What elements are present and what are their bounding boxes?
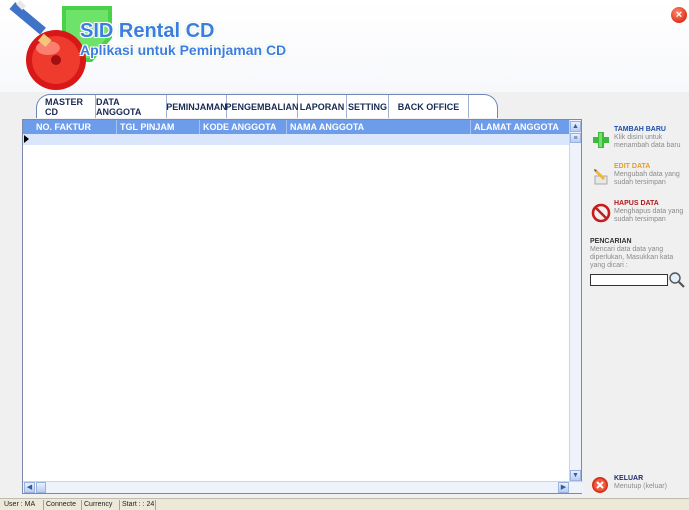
status-bar: User : MA Connecte Currency Start : : 24 — [0, 498, 689, 510]
tab-laporan[interactable]: LAPORAN — [298, 95, 347, 118]
tab-master-cd[interactable]: MASTER CD — [45, 95, 96, 118]
tab-pengembalian[interactable]: PENGEMBALIAN — [226, 95, 299, 118]
tab-data-anggota[interactable]: DATA ANGGOTA — [96, 95, 167, 118]
plus-icon — [593, 132, 609, 148]
column-header-tgl-pinjam[interactable]: TGL PINJAM — [117, 120, 200, 134]
exit-title: KELUAR — [614, 475, 644, 482]
status-start: Start : : 24 — [122, 500, 156, 510]
edit-data-desc: Mengubah data yang sudah tersimpan — [614, 171, 680, 186]
tab-setting[interactable]: SETTING — [347, 95, 389, 118]
column-header-alamat-anggota[interactable]: ALAMAT ANGGOTA — [471, 120, 571, 134]
add-new-button[interactable]: TAMBAH BARU Klik disini untuk menambah d… — [591, 126, 689, 156]
tab-back-office[interactable]: BACK OFFICE — [389, 95, 469, 118]
exit-desc: Menutup (keluar) — [614, 483, 667, 490]
status-user: User : MA — [2, 500, 44, 510]
main-menu-tabbar: MASTER CD DATA ANGGOTA PEMINJAMAN PENGEM… — [36, 94, 498, 118]
close-button[interactable]: × — [671, 7, 687, 23]
scroll-thumb[interactable]: ≡ — [570, 133, 581, 143]
hscroll-thumb[interactable] — [36, 482, 46, 493]
magnifier-icon[interactable] — [668, 271, 686, 289]
column-header-kode-anggota[interactable]: KODE ANGGOTA — [200, 120, 287, 134]
search-desc: Mencari data data yang diperlukan, Masuk… — [590, 246, 674, 269]
delete-data-desc: Menghapus data yang sudah tersimpan — [614, 208, 684, 223]
header: SID Rental CD Aplikasi untuk Peminjaman … — [0, 0, 689, 92]
exit-button[interactable]: KELUAR Menutup (keluar) — [591, 475, 689, 497]
exit-icon — [592, 477, 608, 493]
close-icon: × — [675, 9, 683, 21]
scroll-down-icon[interactable]: ▼ — [570, 470, 581, 481]
delete-data-title: HAPUS DATA — [614, 200, 659, 207]
edit-data-title: EDIT DATA — [614, 163, 651, 170]
app-title: SID Rental CD — [80, 20, 215, 42]
app-subtitle: Aplikasi untuk Peminjaman CD — [80, 42, 287, 58]
search-label: PENCARIAN — [590, 238, 632, 245]
row-indicator-icon — [24, 135, 29, 143]
scroll-left-icon[interactable]: ◀ — [24, 482, 35, 493]
add-new-title: TAMBAH BARU — [614, 126, 666, 133]
scroll-right-icon[interactable]: ▶ — [558, 482, 569, 493]
horizontal-scrollbar[interactable]: ◀ ▶ — [23, 481, 583, 493]
edit-data-button[interactable]: EDIT DATA Mengubah data yang sudah tersi… — [591, 163, 689, 193]
column-header-no-faktur[interactable]: NO. FAKTUR — [33, 120, 117, 134]
add-new-desc: Klik disini untuk menambah data baru — [614, 134, 681, 149]
tab-peminjaman[interactable]: PEMINJAMAN — [166, 95, 227, 118]
column-header-nama-anggota[interactable]: NAMA ANGGOTA — [287, 120, 471, 134]
table-row[interactable] — [23, 134, 571, 145]
search-input[interactable] — [590, 274, 668, 286]
delete-data-button[interactable]: HAPUS DATA Menghapus data yang sudah ter… — [591, 200, 689, 230]
scroll-up-icon[interactable]: ▲ — [570, 121, 581, 132]
status-connection: Connecte — [44, 500, 82, 510]
status-currency: Currency — [82, 500, 120, 510]
vertical-scrollbar[interactable]: ▲ ≡ ▼ — [569, 120, 581, 482]
no-entry-icon — [591, 203, 611, 223]
grid-header: NO. FAKTUR TGL PINJAM KODE ANGGOTA NAMA … — [23, 120, 571, 134]
data-grid[interactable]: NO. FAKTUR TGL PINJAM KODE ANGGOTA NAMA … — [22, 119, 583, 494]
pencil-icon — [594, 169, 608, 185]
